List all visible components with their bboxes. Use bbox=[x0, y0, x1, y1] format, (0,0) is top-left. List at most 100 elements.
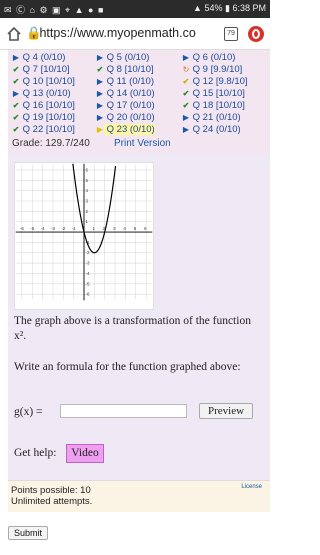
question-label: Q 9 [9.9/10] bbox=[190, 64, 243, 75]
checkmark-icon: ✔ bbox=[182, 101, 190, 110]
question-label: Q 8 [10/10] bbox=[104, 64, 154, 75]
y-tick-label: -4 bbox=[85, 271, 89, 276]
get-help-label: Get help: bbox=[14, 447, 57, 459]
browser-menu-icon[interactable] bbox=[248, 26, 264, 42]
question-link[interactable]: ✔ Q 16 [10/10] bbox=[12, 100, 75, 111]
checkmark-icon: ✔ bbox=[182, 77, 190, 86]
notification-icons: ✉ Ⓒ ⌂ ⚙ ▣ ⌖ ▲ ● ■ bbox=[4, 5, 105, 15]
battery-level: 54% bbox=[204, 3, 223, 13]
y-tick-label: -2 bbox=[85, 250, 89, 255]
arrow-right-icon: ▶ bbox=[96, 77, 104, 86]
question-link[interactable]: ✔ Q 8 [10/10] bbox=[96, 64, 154, 75]
question-link[interactable]: ✔ Q 10 [10/10] bbox=[12, 76, 75, 87]
x-tick-label: -5 bbox=[30, 226, 34, 231]
x-tick-label: -1 bbox=[72, 226, 76, 231]
question-list-panel: ▶ Q 4 (0/10) ▶ Q 5 (0/10) ▶ Q 6 (0/10) ✔ Q … bbox=[8, 50, 270, 154]
url-text: https://www.myopenmath.co bbox=[39, 26, 196, 40]
question-link[interactable]: ▶ Q 17 (0/10) bbox=[96, 100, 155, 111]
retry-icon: ↻ bbox=[182, 65, 190, 74]
arrow-right-icon: ▶ bbox=[96, 53, 104, 62]
question-link[interactable]: ▶ Q 5 (0/10) bbox=[96, 52, 150, 63]
y-tick-label: -5 bbox=[85, 281, 89, 286]
question-link[interactable]: ▶ Q 24 (0/10) bbox=[182, 124, 241, 135]
wifi-icon: ▲ bbox=[193, 3, 202, 13]
checkmark-icon: ✔ bbox=[96, 65, 104, 74]
question-label: Q 18 [10/10] bbox=[190, 100, 245, 111]
address-bar[interactable]: 🔒 https://www.myopenmath.co bbox=[26, 26, 196, 41]
attempts-info: Unlimited attempts. bbox=[11, 496, 93, 507]
question-label: Q 5 (0/10) bbox=[104, 52, 150, 63]
question-link[interactable]: ✔ Q 15 [10/10] bbox=[182, 88, 245, 99]
question-link[interactable]: ▶ Q 13 (0/10) bbox=[12, 88, 71, 99]
question-link[interactable]: ▶ Q 4 (0/10) bbox=[12, 52, 66, 63]
question-link[interactable]: ↻ Q 9 [9.9/10] bbox=[182, 64, 243, 75]
question-link[interactable]: ▶ Q 14 (0/10) bbox=[96, 88, 155, 99]
x-tick-label: 4 bbox=[123, 226, 126, 231]
question-link[interactable]: ▶ Q 21 (0/10) bbox=[182, 112, 241, 123]
question-link[interactable]: ▶ Q 6 (0/10) bbox=[182, 52, 236, 63]
arrow-right-icon: ▶ bbox=[182, 113, 190, 122]
x-tick-label: -2 bbox=[61, 226, 65, 231]
question-label: Q 11 (0/10) bbox=[104, 76, 154, 87]
checkmark-icon: ✔ bbox=[12, 113, 20, 122]
arrow-right-icon: ▶ bbox=[96, 125, 104, 134]
question-label: Q 15 [10/10] bbox=[190, 88, 245, 99]
arrow-right-icon: ▶ bbox=[182, 125, 190, 134]
question-link[interactable]: ▶ Q 23 (0/10) bbox=[96, 124, 155, 135]
arrow-right-icon: ▶ bbox=[12, 89, 20, 98]
question-body: -6 -5 -4 -3 -2 -1 1 2 3 4 5 6 6 5 4 3 2 1 -1 -2 -3 -4 -5 -6 The… bbox=[8, 154, 270, 480]
checkmark-icon: ✔ bbox=[12, 125, 20, 134]
submit-button[interactable]: Submit bbox=[8, 526, 48, 540]
question-label: Q 17 (0/10) bbox=[104, 100, 155, 111]
question-link[interactable]: ✔ Q 18 [10/10] bbox=[182, 100, 245, 111]
question-link[interactable]: ✔ Q 7 [10/10] bbox=[12, 64, 70, 75]
question-link[interactable]: ▶ Q 20 (0/10) bbox=[96, 112, 155, 123]
function-graph: -6 -5 -4 -3 -2 -1 1 2 3 4 5 6654321-1-2-3-4-5-6 bbox=[14, 162, 154, 310]
question-label: Q 23 (0/10) bbox=[104, 124, 155, 135]
question-label: Q 13 (0/10) bbox=[20, 88, 71, 99]
preview-button[interactable]: Preview bbox=[199, 403, 253, 419]
x-tick-label: 3 bbox=[113, 226, 116, 231]
status-right: ▲ 54% ▮ 6:38 PM bbox=[193, 3, 266, 14]
x-tick-label: 5 bbox=[134, 226, 137, 231]
y-tick-label: -3 bbox=[85, 261, 89, 266]
arrow-right-icon: ▶ bbox=[96, 89, 104, 98]
question-label: Q 6 (0/10) bbox=[190, 52, 236, 63]
checkmark-icon: ✔ bbox=[12, 65, 20, 74]
points-possible: Points possible: 10 bbox=[11, 485, 91, 496]
answer-input[interactable] bbox=[60, 404, 187, 418]
question-label: Q 12 [9.8/10] bbox=[190, 76, 248, 87]
video-help-button[interactable]: Video bbox=[66, 444, 104, 463]
question-link[interactable]: ✔ Q 22 [10/10] bbox=[12, 124, 75, 135]
question-link[interactable]: ✔ Q 19 [10/10] bbox=[12, 112, 75, 123]
license-link[interactable]: License bbox=[241, 484, 262, 490]
checkmark-icon: ✔ bbox=[182, 89, 190, 98]
home-icon[interactable] bbox=[5, 25, 23, 43]
question-label: Q 7 [10/10] bbox=[20, 64, 70, 75]
arrow-right-icon: ▶ bbox=[182, 53, 190, 62]
question-link[interactable]: ✔ Q 12 [9.8/10] bbox=[182, 76, 248, 87]
x-tick-label: 1 bbox=[92, 226, 95, 231]
question-label: Q 22 [10/10] bbox=[20, 124, 75, 135]
clock: 6:38 PM bbox=[232, 3, 266, 13]
question-text-1: The graph above is a transformation of t… bbox=[14, 315, 251, 342]
checkmark-icon: ✔ bbox=[12, 77, 20, 86]
points-info-box: Points possible: 10 Unlimited attempts. … bbox=[8, 480, 270, 512]
question-label: Q 16 [10/10] bbox=[20, 100, 75, 111]
checkmark-icon: ✔ bbox=[12, 101, 20, 110]
question-label: Q 21 (0/10) bbox=[190, 112, 241, 123]
battery-icon: ▮ bbox=[225, 3, 230, 13]
x-tick-label: -4 bbox=[41, 226, 45, 231]
question-text-2: Write an formula for the function graphe… bbox=[14, 361, 241, 373]
question-link[interactable]: ▶ Q 11 (0/10) bbox=[96, 76, 154, 87]
question-label: Q 14 (0/10) bbox=[104, 88, 155, 99]
tab-switcher-button[interactable]: 79 bbox=[224, 27, 238, 41]
x-tick-label: -6 bbox=[20, 226, 24, 231]
print-version-link[interactable]: Print Version bbox=[114, 138, 171, 149]
y-tick-label: -6 bbox=[85, 292, 89, 297]
status-bar: ✉ Ⓒ ⌂ ⚙ ▣ ⌖ ▲ ● ■ ▲ 54% ▮ 6:38 PM bbox=[0, 0, 270, 18]
grade-text: Grade: 129.7/240 bbox=[12, 138, 90, 149]
x-tick-label: 6 bbox=[144, 226, 147, 231]
question-label: Q 24 (0/10) bbox=[190, 124, 241, 135]
lock-icon: 🔒 bbox=[26, 26, 42, 40]
